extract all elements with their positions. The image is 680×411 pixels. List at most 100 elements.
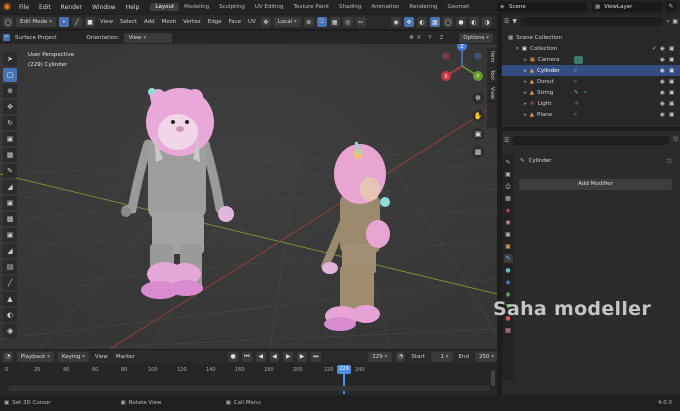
- render-camera-icon[interactable]: ▣: [669, 57, 674, 63]
- jump-end-icon[interactable]: ⏭: [310, 351, 321, 362]
- timeline-menu-marker[interactable]: Marker: [114, 354, 137, 360]
- shading-material-icon[interactable]: ◐: [469, 17, 479, 27]
- menu-help[interactable]: Help: [121, 4, 145, 11]
- end-frame-field[interactable]: 250: [475, 351, 498, 362]
- workspace-tab-shading[interactable]: Shading: [334, 3, 366, 11]
- workspace-tab-modeling[interactable]: Modeling: [179, 3, 214, 11]
- add-modifier-button[interactable]: Add Modifier: [519, 179, 672, 190]
- scene-selector[interactable]: ◈ Scene: [497, 2, 587, 12]
- object-tab-icon[interactable]: ▣: [504, 242, 513, 251]
- timeline-menu-playback[interactable]: Playback: [16, 351, 54, 362]
- timeline-editor-icon[interactable]: ◔: [3, 351, 13, 362]
- shading-rendered-icon[interactable]: ◑: [482, 17, 492, 27]
- menu-edit[interactable]: Edit: [34, 4, 56, 11]
- transform-icon[interactable]: ▦: [3, 148, 17, 162]
- render-camera-icon[interactable]: ▣: [669, 68, 674, 74]
- outliner-collection[interactable]: ▾ ▣ Collection ✓ ◉ ▣: [502, 43, 680, 54]
- zoom-icon[interactable]: ⊕: [472, 92, 484, 104]
- eye-icon[interactable]: ◉: [660, 68, 665, 74]
- expand-arrow-icon[interactable]: ▸: [524, 112, 527, 118]
- shading-wire-icon[interactable]: ◯: [443, 17, 453, 27]
- face-select-icon[interactable]: ■: [84, 17, 95, 27]
- header-menu-view[interactable]: View: [98, 19, 115, 25]
- texture-tab-icon[interactable]: ▦: [504, 326, 513, 335]
- snap-icon[interactable]: ⎋: [316, 17, 327, 27]
- workspace-tab-layout[interactable]: Layout: [150, 3, 180, 11]
- poly-build-icon[interactable]: ▲: [3, 292, 17, 306]
- timeline-vscroll[interactable]: [491, 370, 495, 386]
- knife-icon[interactable]: ╱: [3, 276, 17, 290]
- collection-check-icon[interactable]: ✓: [652, 46, 657, 52]
- overlay-icon[interactable]: ◐: [417, 17, 427, 27]
- properties-search-input[interactable]: [512, 135, 671, 145]
- workspace-tab-rendering[interactable]: Rendering: [404, 3, 442, 11]
- header-menu-uv[interactable]: UV: [246, 19, 258, 25]
- outliner-scene-collection[interactable]: ▦ Scene Collection: [502, 32, 680, 43]
- header-menu-edge[interactable]: Edge: [206, 19, 224, 25]
- annotate-icon[interactable]: ✎: [3, 164, 17, 178]
- expand-arrow-icon[interactable]: ▾: [516, 46, 519, 52]
- expand-arrow-icon[interactable]: ▸: [524, 57, 527, 63]
- modifier-tab-icon[interactable]: ✎: [503, 254, 513, 263]
- sidebar-tab-view[interactable]: View: [487, 84, 497, 102]
- next-keyframe-icon[interactable]: ▶: [297, 351, 307, 362]
- shading-solid-icon[interactable]: ●: [456, 17, 466, 27]
- pin-icon[interactable]: ⎋: [673, 136, 678, 144]
- filter-icon[interactable]: ▼: [512, 18, 517, 25]
- orientation-dropdown[interactable]: View: [124, 32, 173, 43]
- outliner-item-plane[interactable]: ▸ ▲ Plane ▿ ◉ ▣: [502, 109, 680, 120]
- header-menu-vertex[interactable]: Vertex: [181, 19, 203, 25]
- measure-icon[interactable]: ◢: [3, 180, 17, 194]
- eye-icon[interactable]: ◉: [660, 57, 665, 63]
- pivot-icon[interactable]: ⊛: [303, 17, 314, 27]
- mode-dropdown[interactable]: Edit Mode: [16, 17, 56, 27]
- header-menu-add[interactable]: Add: [142, 19, 157, 25]
- inset-icon[interactable]: ▣: [3, 228, 17, 242]
- render-camera-icon[interactable]: ▣: [669, 112, 674, 118]
- collection-tab-icon[interactable]: ▣: [504, 230, 513, 239]
- tool-tab-icon[interactable]: ✎: [504, 158, 513, 167]
- render-camera-icon[interactable]: ▣: [669, 90, 674, 96]
- outliner-search-input[interactable]: [520, 16, 664, 26]
- outliner-item-donut[interactable]: ▸ ▲ Donut ▿ ◉ ▣: [502, 76, 680, 87]
- output-tab-icon[interactable]: ⎙: [504, 182, 513, 191]
- eye-icon[interactable]: ◉: [660, 90, 665, 96]
- workspace-tab-geometry[interactable]: Geomet: [443, 3, 475, 11]
- menu-file[interactable]: File: [14, 4, 34, 11]
- extrude-icon[interactable]: ▩: [3, 212, 17, 226]
- start-frame-field[interactable]: 1: [430, 351, 453, 362]
- eye-icon[interactable]: ◉: [660, 101, 665, 107]
- options-dropdown[interactable]: Options: [459, 32, 493, 43]
- visibility-icon[interactable]: ◉: [391, 17, 401, 27]
- sidebar-tab-tool[interactable]: Tool: [487, 66, 497, 84]
- playhead-frame-badge[interactable]: 229: [337, 365, 351, 374]
- smooth-icon[interactable]: ◉: [3, 324, 17, 338]
- outliner-item-light[interactable]: ▸ ☼ Light ☼ ◉ ▣: [502, 98, 680, 109]
- new-collection-icon[interactable]: ▣: [672, 18, 678, 25]
- pin-object-icon[interactable]: ⎋: [667, 158, 672, 166]
- ortho-grid-icon[interactable]: ▦: [472, 146, 484, 158]
- loop-cut-icon[interactable]: ▤: [3, 260, 17, 274]
- falloff-icon[interactable]: ∾: [355, 17, 366, 27]
- outliner-item-camera[interactable]: ▸ ▣ Camera ◉ ▣: [502, 54, 680, 65]
- jump-start-icon[interactable]: ⏮: [241, 351, 252, 362]
- render-camera-icon[interactable]: ▣: [669, 79, 674, 85]
- snap-target-icon[interactable]: ▦: [329, 17, 340, 27]
- prev-keyframe-icon[interactable]: ◀: [255, 351, 266, 362]
- transform-orientation-icon[interactable]: ✥: [260, 17, 271, 27]
- expand-arrow-icon[interactable]: ▸: [524, 68, 527, 74]
- menu-window[interactable]: Window: [87, 4, 121, 11]
- scale-icon[interactable]: ▣: [3, 132, 17, 146]
- expand-arrow-icon[interactable]: ▸: [524, 79, 527, 85]
- transform-orientation-dropdown[interactable]: Local: [273, 17, 301, 27]
- surface-project-checkbox[interactable]: ✓: [3, 34, 10, 41]
- mirror-axis-icons[interactable]: ✥X Y Z: [407, 35, 448, 41]
- header-menu-select[interactable]: Select: [118, 19, 139, 25]
- particles-tab-icon[interactable]: ●: [504, 266, 513, 275]
- proportional-edit-icon[interactable]: ◎: [342, 17, 353, 27]
- play-icon[interactable]: ▶: [283, 351, 294, 362]
- edge-select-icon[interactable]: ╱: [71, 17, 82, 27]
- select-cursor-icon[interactable]: ➤: [3, 52, 17, 66]
- workspace-tab-sculpting[interactable]: Sculpting: [214, 3, 250, 11]
- select-box-icon[interactable]: ▢: [3, 68, 17, 82]
